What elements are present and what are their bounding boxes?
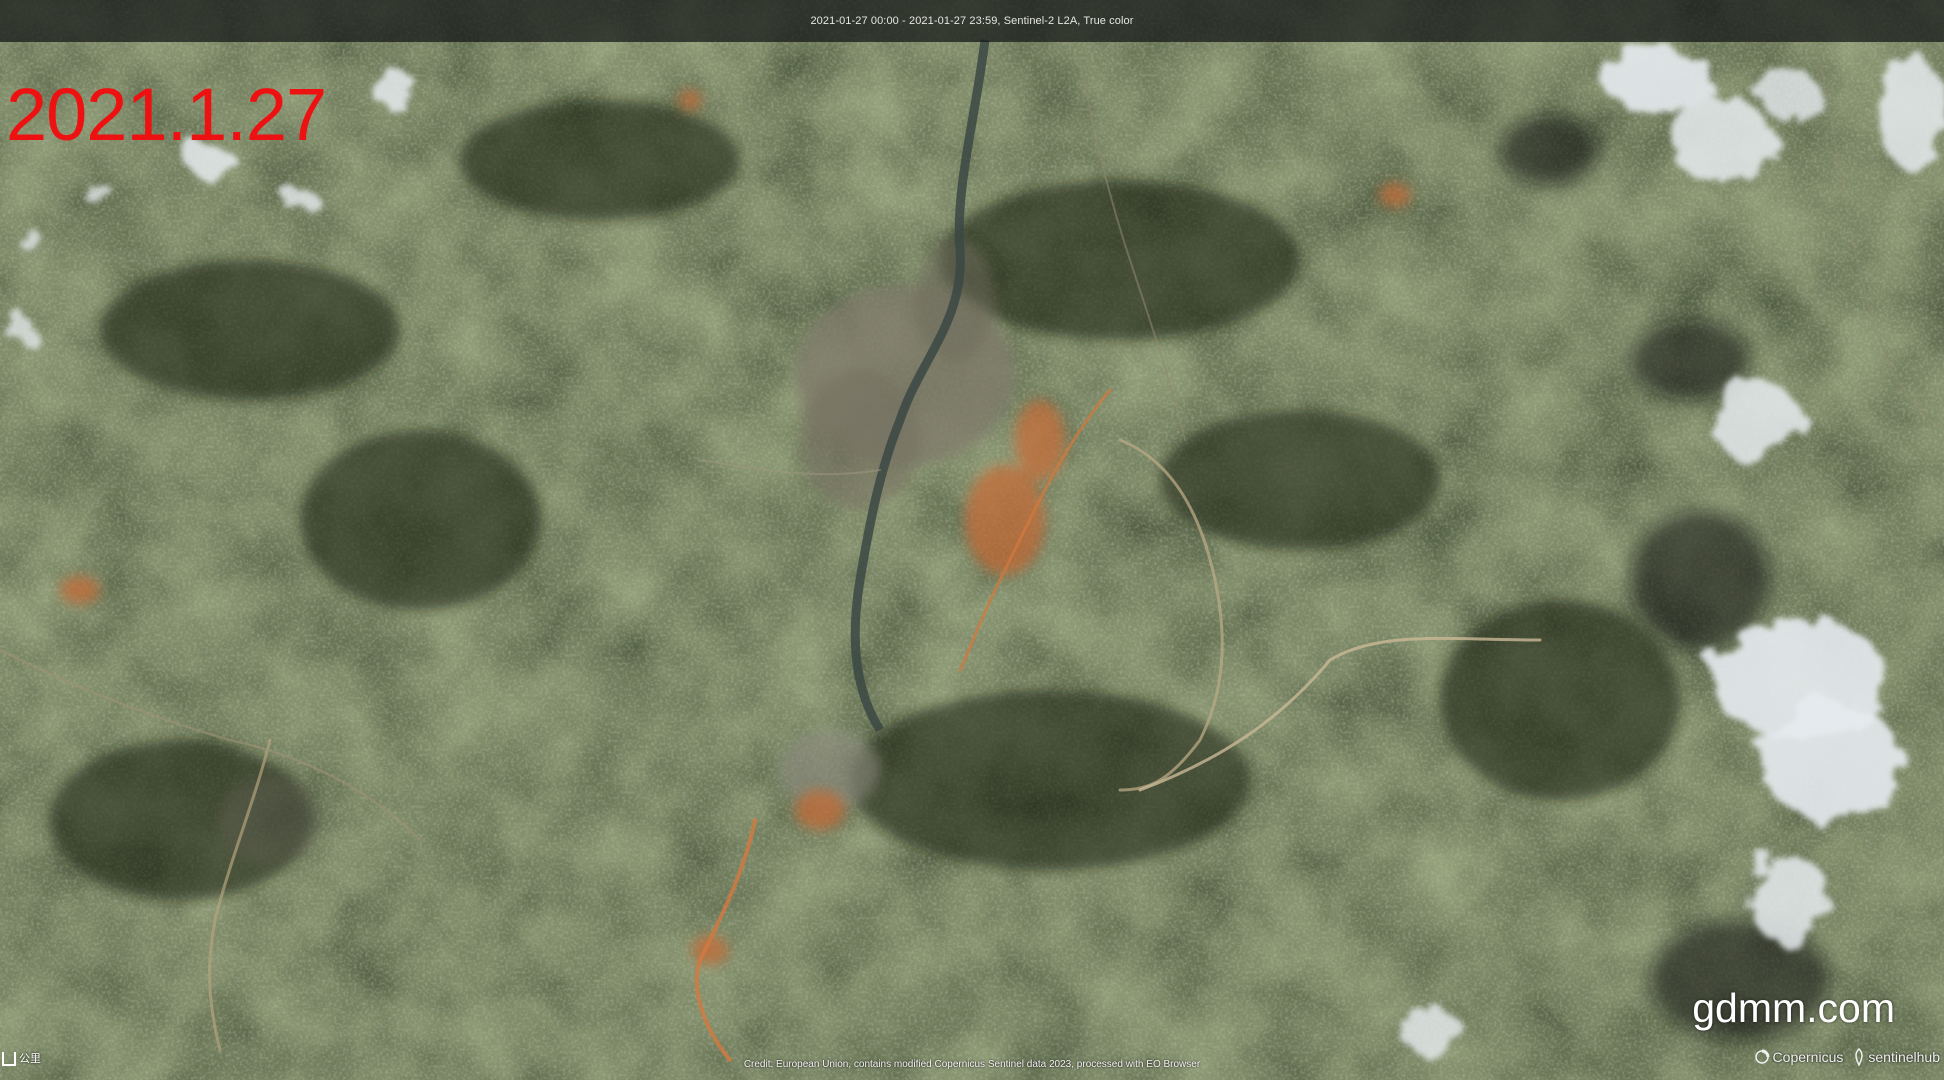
info-bar: 2021-01-27 00:00 - 2021-01-27 23:59, Sen… [0,0,1944,42]
acquisition-info: 2021-01-27 00:00 - 2021-01-27 23:59, Sen… [810,15,1134,27]
sentinelhub-logo: sentinelhub [1853,1048,1940,1066]
satellite-map[interactable] [0,0,1944,1080]
provider-logos: Copernicus sentinelhub [1754,1048,1940,1066]
sentinelhub-icon [1855,1048,1864,1066]
date-label: 2021.1.27 [6,73,327,156]
watermark: gdmm.com [1692,985,1895,1031]
copernicus-icon [1754,1049,1770,1064]
credit-line: Credit: European Union, contains modifie… [743,1059,1201,1070]
copernicus-logo: Copernicus [1754,1049,1843,1065]
